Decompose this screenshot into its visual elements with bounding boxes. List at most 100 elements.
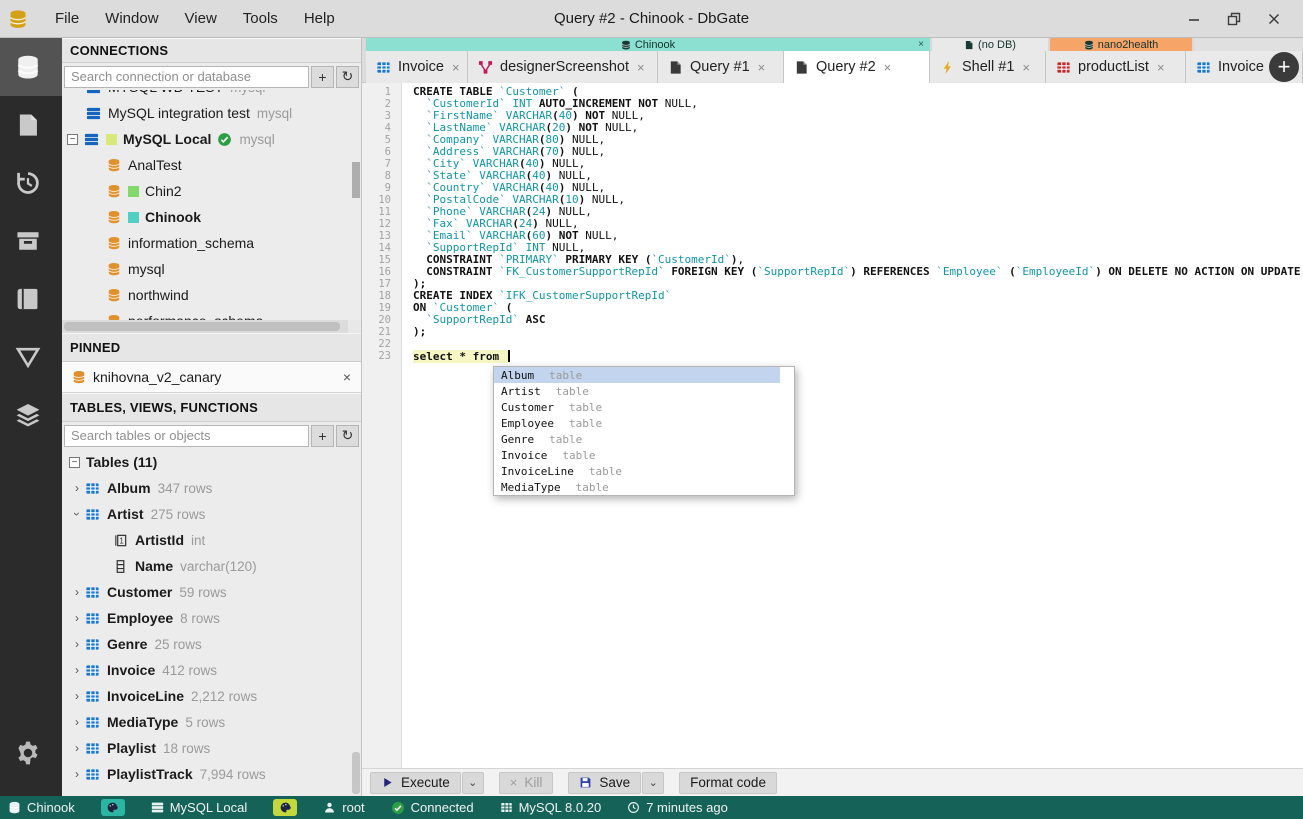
rail-item-filter-triangle[interactable] bbox=[0, 328, 62, 386]
autocomplete-item[interactable]: Genre table bbox=[494, 431, 794, 447]
tab-group-chinook[interactable]: Chinook × bbox=[366, 38, 930, 51]
restore-icon[interactable] bbox=[1221, 6, 1247, 32]
close-tab-icon[interactable]: × bbox=[452, 60, 460, 75]
pinned-item[interactable]: knihovna_v2_canary × bbox=[62, 362, 361, 393]
database-item[interactable]: Chinook bbox=[62, 204, 361, 230]
status-connected[interactable]: Connected bbox=[391, 800, 474, 815]
tab-invoice[interactable]: Invoice × bbox=[366, 51, 468, 83]
close-icon[interactable] bbox=[1261, 6, 1287, 32]
table-row[interactable]: › Customer 59 rows bbox=[62, 579, 361, 605]
menu-file[interactable]: File bbox=[42, 0, 92, 38]
refresh-connections-button[interactable]: ↻ bbox=[336, 65, 359, 88]
tables-search-input[interactable] bbox=[64, 424, 309, 447]
rail-item-database[interactable] bbox=[0, 38, 62, 96]
hscroll-thumb[interactable] bbox=[64, 322, 340, 331]
chevron-down-icon[interactable]: › bbox=[70, 506, 84, 522]
autocomplete-item[interactable]: Artist table bbox=[494, 383, 794, 399]
minimize-icon[interactable] bbox=[1181, 6, 1207, 32]
table-row[interactable]: › PlaylistTrack 7,994 rows bbox=[62, 761, 361, 787]
execute-button[interactable]: Execute bbox=[370, 771, 461, 794]
add-connection-button[interactable]: + bbox=[311, 65, 334, 88]
execute-dropdown-button[interactable]: ⌄ bbox=[461, 771, 484, 794]
database-item[interactable]: performance_schema bbox=[62, 308, 361, 320]
rail-item-book[interactable] bbox=[0, 270, 62, 328]
connections-vscroll-thumb[interactable] bbox=[352, 162, 360, 198]
refresh-tables-button[interactable]: ↻ bbox=[336, 424, 359, 447]
connections-hscrollbar[interactable] bbox=[62, 320, 361, 333]
close-tab-icon[interactable]: × bbox=[637, 60, 645, 75]
autocomplete-item[interactable]: MediaType table bbox=[494, 479, 794, 495]
status-last-refresh[interactable]: 7 minutes ago bbox=[627, 800, 728, 815]
chevron-right-icon[interactable]: › bbox=[69, 637, 85, 651]
autocomplete-item[interactable]: InvoiceLine table bbox=[494, 463, 794, 479]
close-tab-icon[interactable]: × bbox=[884, 60, 892, 75]
database-item[interactable]: Chin2 bbox=[62, 178, 361, 204]
chevron-right-icon[interactable]: › bbox=[69, 715, 85, 729]
connection-item[interactable]: MYSQL WD TEST mysql bbox=[62, 90, 361, 100]
unpin-close-icon[interactable]: × bbox=[343, 369, 351, 385]
tab-designerscreenshot[interactable]: designerScreenshot × bbox=[468, 51, 658, 83]
save-dropdown-button[interactable]: ⌄ bbox=[642, 771, 665, 794]
tab-productlist[interactable]: productList × bbox=[1046, 51, 1186, 83]
database-item[interactable]: northwind bbox=[62, 282, 361, 308]
autocomplete-item[interactable]: Employee table bbox=[494, 415, 794, 431]
chevron-right-icon[interactable]: › bbox=[69, 689, 85, 703]
close-tab-icon[interactable]: × bbox=[758, 60, 766, 75]
chevron-right-icon[interactable]: › bbox=[69, 767, 85, 781]
chevron-right-icon[interactable]: › bbox=[69, 481, 85, 495]
tab-query2[interactable]: Query #2 × bbox=[784, 51, 930, 83]
menu-view[interactable]: View bbox=[172, 0, 230, 38]
chevron-right-icon[interactable]: › bbox=[69, 611, 85, 625]
tables-vscroll-thumb[interactable] bbox=[352, 752, 360, 794]
add-table-button[interactable]: + bbox=[311, 424, 334, 447]
collapse-icon[interactable]: − bbox=[69, 456, 80, 468]
tab-query1[interactable]: Query #1 × bbox=[658, 51, 784, 83]
status-server[interactable]: MySQL Local bbox=[151, 800, 247, 815]
menu-help[interactable]: Help bbox=[291, 0, 348, 38]
connection-item[interactable]: MySQL integration test mysql bbox=[62, 100, 361, 126]
close-tab-icon[interactable]: × bbox=[1022, 60, 1030, 75]
rail-item-archive[interactable] bbox=[0, 212, 62, 270]
chevron-right-icon[interactable]: › bbox=[69, 585, 85, 599]
table-row[interactable]: › Employee 8 rows bbox=[62, 605, 361, 631]
menu-window[interactable]: Window bbox=[92, 0, 171, 38]
autocomplete-item[interactable]: Invoice table bbox=[494, 447, 794, 463]
rail-item-layers[interactable] bbox=[0, 386, 62, 444]
tab-group-nodb[interactable]: (no DB) bbox=[932, 38, 1048, 51]
table-row[interactable]: › Invoice 412 rows bbox=[62, 657, 361, 683]
autocomplete-item[interactable]: Album table bbox=[494, 367, 794, 383]
connections-search-input[interactable] bbox=[64, 65, 309, 88]
sql-editor[interactable]: 1 2 3 4 5 6 7 8 9 10 11 12 13 14 15 16 17 18 19 20 21 22 23 CR… bbox=[362, 83, 1303, 768]
chevron-right-icon[interactable]: › bbox=[69, 663, 85, 677]
tab-shell1[interactable]: Shell #1 × bbox=[930, 51, 1046, 83]
table-row[interactable]: › InvoiceLine 2,212 rows bbox=[62, 683, 361, 709]
database-item[interactable]: information_schema bbox=[62, 230, 361, 256]
database-color-badge[interactable] bbox=[100, 799, 125, 816]
server-color-badge[interactable] bbox=[273, 799, 298, 816]
kill-button[interactable]: × Kill bbox=[498, 771, 554, 794]
table-row[interactable]: › Album 347 rows bbox=[62, 475, 361, 501]
database-item[interactable]: mysql bbox=[62, 256, 361, 282]
column-row[interactable]: Name varchar(120) bbox=[62, 553, 361, 579]
chevron-right-icon[interactable]: › bbox=[69, 741, 85, 755]
autocomplete-item[interactable]: Customer table bbox=[494, 399, 794, 415]
tables-group-row[interactable]: − Tables (11) bbox=[62, 449, 361, 475]
format-code-button[interactable]: Format code bbox=[679, 771, 777, 794]
rail-item-settings[interactable] bbox=[0, 724, 62, 782]
table-row[interactable]: › Playlist 18 rows bbox=[62, 735, 361, 761]
column-row[interactable]: 1 ArtistId int bbox=[62, 527, 361, 553]
collapse-icon[interactable]: − bbox=[67, 133, 78, 145]
connection-item[interactable]: − MySQL Local mysql bbox=[62, 126, 361, 152]
status-database[interactable]: Chinook bbox=[8, 800, 75, 815]
new-tab-button[interactable]: + bbox=[1269, 52, 1299, 82]
menu-tools[interactable]: Tools bbox=[230, 0, 291, 38]
rail-item-file[interactable] bbox=[0, 96, 62, 154]
close-group-icon[interactable]: × bbox=[918, 39, 924, 50]
tab-group-nano2health[interactable]: nano2health bbox=[1050, 38, 1192, 51]
database-item[interactable]: AnalTest bbox=[62, 152, 361, 178]
save-button[interactable]: Save bbox=[568, 771, 642, 794]
table-row[interactable]: › Artist 275 rows bbox=[62, 501, 361, 527]
table-row[interactable]: › Genre 25 rows bbox=[62, 631, 361, 657]
table-row[interactable]: › MediaType 5 rows bbox=[62, 709, 361, 735]
status-user[interactable]: root bbox=[323, 800, 365, 815]
